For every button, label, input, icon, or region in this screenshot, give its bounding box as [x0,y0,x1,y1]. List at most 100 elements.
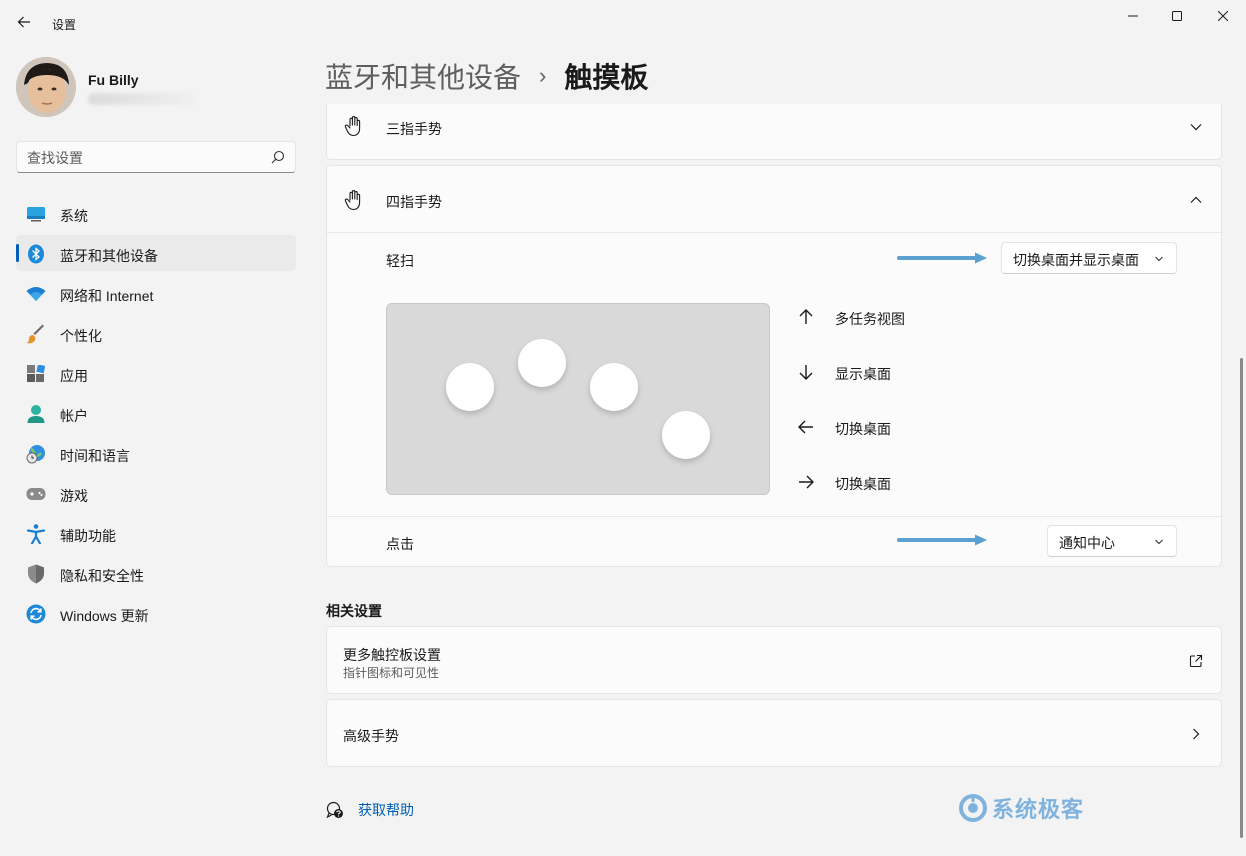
sidebar-item-label: 网络和 Internet [60,288,154,304]
sidebar-item-label: 蓝牙和其他设备 [60,248,158,264]
more-touchpad-settings-subtitle: 指针图标和可见性 [343,666,440,680]
finger-dot [662,411,710,459]
tap-dropdown-value: 通知中心 [1059,535,1115,551]
wifi-icon [26,284,46,304]
chevron-down-icon[interactable] [1189,120,1203,134]
get-help-link[interactable]: 获取帮助 [326,800,414,820]
gesture-left: 切换桌面 [797,415,997,439]
arrow-down-icon [799,365,813,380]
search-box[interactable] [16,141,296,173]
callout-arrow [897,534,987,546]
arrow-right-icon [799,475,814,489]
gesture-label: 切换桌面 [835,476,891,492]
sidebar-item-system[interactable]: 系统 [16,195,296,231]
touchpad-illustration [386,303,770,495]
related-settings-title: 相关设置 [326,603,382,619]
sidebar-item-accessibility[interactable]: 辅助功能 [16,515,296,551]
apps-icon [26,364,46,384]
gesture-label: 切换桌面 [835,421,891,437]
watermark: 系统极客 [958,792,1084,824]
three-finger-title: 三指手势 [386,121,442,137]
advanced-gestures-card[interactable]: 高级手势 [326,699,1222,767]
sidebar-item-label: 辅助功能 [60,528,116,544]
tap-row: 点击 通知中心 [327,517,1221,567]
maximize-icon [1172,11,1182,21]
sidebar-item-label: 应用 [60,368,88,384]
watermark-logo-icon [959,794,987,822]
minimize-button[interactable] [1110,0,1156,32]
chevron-down-icon [1155,256,1163,262]
watermark-text: 系统极客 [992,797,1085,822]
breadcrumb-separator: › [539,63,547,88]
sidebar-item-network[interactable]: 网络和 Internet [16,275,296,311]
sidebar-item-time-language[interactable]: 时间和语言 [16,435,296,471]
sidebar-item-label: 系统 [60,208,88,224]
more-touchpad-settings-title: 更多触控板设置 [343,647,441,663]
app-title: 设置 [52,18,77,32]
arrow-left-icon [17,16,30,28]
swipe-label: 轻扫 [386,253,414,269]
gesture-label: 显示桌面 [835,366,891,382]
external-link-icon [1189,654,1203,668]
callout-arrow [897,252,987,264]
tap-dropdown[interactable]: 通知中心 [1047,525,1177,557]
four-finger-gestures-card: 四指手势 轻扫 切换桌面并显示桌面 多任务视图 显示桌面 切换桌面 切换桌面 点… [326,165,1222,567]
sidebar-item-bluetooth[interactable]: 蓝牙和其他设备 [16,235,296,271]
hand-icon [344,190,361,211]
scrollbar[interactable] [1240,358,1243,838]
sidebar-item-privacy[interactable]: 隐私和安全性 [16,555,296,591]
maximize-button[interactable] [1154,0,1200,32]
breadcrumb-parent[interactable]: 蓝牙和其他设备 [325,56,521,96]
hand-icon [344,116,361,137]
page-title: 触摸板 [564,62,649,93]
minimize-icon [1128,15,1138,17]
close-button[interactable] [1200,0,1246,32]
back-button[interactable] [10,8,38,36]
profile-name: Fu Billy [88,72,139,88]
gesture-right: 切换桌面 [797,470,997,494]
sidebar-item-label: 游戏 [60,488,88,504]
sidebar-item-label: 个性化 [60,328,102,344]
shield-icon [26,564,46,584]
more-touchpad-settings-card[interactable]: 更多触控板设置 指针图标和可见性 [326,626,1222,694]
arrow-up-icon [799,309,813,324]
search-icon[interactable] [271,150,285,164]
four-finger-header[interactable]: 四指手势 [327,166,1221,233]
chevron-down-icon [1155,539,1163,545]
gamepad-icon [26,484,46,504]
sidebar-item-apps[interactable]: 应用 [16,355,296,391]
four-finger-title: 四指手势 [386,194,442,210]
sidebar-nav: 系统 蓝牙和其他设备 网络和 Internet 个性化 应用 帐户 时间和语言 … [16,195,296,635]
avatar[interactable] [16,57,76,117]
brush-icon [26,324,46,344]
swipe-dropdown[interactable]: 切换桌面并显示桌面 [1001,242,1177,274]
close-icon [1218,11,1228,21]
advanced-gestures-title: 高级手势 [343,728,399,744]
sidebar-item-label: Windows 更新 [60,608,149,624]
gesture-up: 多任务视图 [797,305,997,329]
sidebar-item-windows-update[interactable]: Windows 更新 [16,595,296,631]
arrow-left-icon [798,420,813,434]
finger-dot [518,339,566,387]
chevron-right-icon [1193,728,1200,740]
user-photo [16,57,76,117]
search-input[interactable] [27,148,267,168]
breadcrumb: 蓝牙和其他设备 › 触摸板 [325,56,648,96]
sidebar-item-gaming[interactable]: 游戏 [16,475,296,511]
tap-label: 点击 [386,536,414,552]
profile-email-blurred [88,93,196,105]
bluetooth-icon [26,244,46,264]
sidebar-item-accounts[interactable]: 帐户 [16,395,296,431]
monitor-icon [26,204,46,224]
swipe-dropdown-value: 切换桌面并显示桌面 [1013,252,1139,268]
title-bar: 设置 [0,0,1246,48]
sidebar-item-personalization[interactable]: 个性化 [16,315,296,351]
swipe-row: 轻扫 切换桌面并显示桌面 [327,233,1221,303]
help-chat-icon [326,801,343,819]
sidebar-item-label: 时间和语言 [60,448,130,464]
person-icon [26,404,46,424]
three-finger-gestures-card[interactable]: 三指手势 [326,104,1222,160]
update-icon [26,604,46,624]
chevron-up-icon[interactable] [1189,193,1203,207]
gesture-down: 显示桌面 [797,360,997,384]
